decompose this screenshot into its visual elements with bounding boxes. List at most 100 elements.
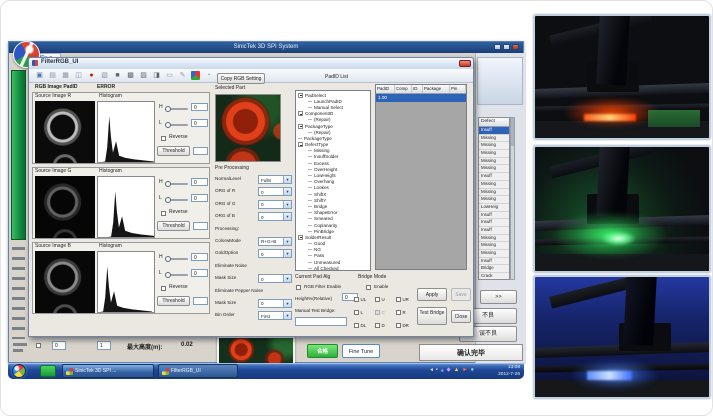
defect-row[interactable]: Missing [479, 242, 509, 250]
tree-expander-icon[interactable] [298, 142, 303, 147]
fine-tune-button[interactable]: Fine Tune [342, 344, 380, 358]
h-slider[interactable] [166, 108, 188, 110]
defect-row[interactable]: Insuff [479, 219, 509, 227]
close-button[interactable] [512, 44, 519, 50]
rgb-filter-enable-checkbox[interactable] [296, 285, 301, 290]
start-button[interactable] [12, 364, 26, 378]
bridge-direction-checkbox[interactable] [375, 323, 380, 328]
tree-expander-icon[interactable] [308, 255, 312, 256]
tree-expander-icon[interactable] [308, 231, 312, 232]
maximize-button[interactable] [503, 44, 510, 50]
test-bridge-button[interactable]: Test Bridge [417, 307, 447, 325]
tree-expander-icon[interactable] [308, 132, 312, 133]
defect-row[interactable]: Insuff [479, 258, 509, 266]
tree-expander-icon[interactable] [308, 101, 312, 102]
l-slider[interactable] [166, 124, 188, 126]
defect-row[interactable]: Missing [479, 150, 509, 158]
statusbar-field-1[interactable]: 0 [52, 341, 66, 350]
tray-icon[interactable]: ◆ [447, 368, 451, 374]
tray-icon[interactable]: ▪ [436, 368, 438, 374]
l-slider[interactable] [166, 199, 188, 201]
bridge-direction-checkbox[interactable] [354, 297, 359, 302]
defect-row[interactable]: LowHeig [479, 204, 509, 212]
reverse-checkbox[interactable] [161, 286, 166, 291]
bridge-direction-checkbox[interactable] [375, 297, 380, 302]
tree-expander-icon[interactable] [308, 150, 312, 151]
padid-table[interactable]: PadIDCompIDPackagePin 1.00 [375, 84, 467, 270]
padid-tree[interactable]: PadSelect LaunchPadID Manual Select Comp… [295, 90, 371, 271]
taskbar-clock[interactable]: 13:08 2012-7-26 [478, 364, 522, 378]
l-slider[interactable] [166, 274, 188, 276]
threshold-button[interactable]: Threshold [157, 146, 190, 156]
dialog-close-button[interactable] [459, 60, 471, 67]
h-slider[interactable] [166, 183, 188, 185]
tree-expander-icon[interactable] [308, 200, 312, 201]
bridge-direction-cell[interactable]: U [375, 293, 396, 306]
bridge-direction-checkbox[interactable] [375, 310, 380, 315]
bridge-enable-checkbox[interactable] [366, 285, 371, 290]
confirm-complete-button[interactable]: 确认完毕 [419, 344, 523, 361]
pass-button[interactable]: 合格 [307, 344, 338, 358]
padid-column-header[interactable]: Comp [395, 85, 412, 93]
defect-row[interactable]: Insuff [479, 212, 509, 220]
h-value-input[interactable]: 0 [191, 103, 208, 111]
preprocessing-dropdown[interactable]: 0 [258, 274, 292, 283]
preprocessing-dropdown[interactable]: 0 [258, 299, 292, 308]
defect-row[interactable]: Missing [479, 189, 509, 197]
tree-expander-icon[interactable] [308, 262, 312, 263]
toolbar-icon[interactable]: ▨ [139, 71, 148, 80]
tray-icon[interactable]: ◂ [430, 368, 433, 374]
tree-expander-icon[interactable] [308, 268, 312, 269]
apply-button[interactable]: Apply [417, 288, 447, 301]
defect-row[interactable]: Missing [479, 142, 509, 150]
preprocessing-dropdown[interactable]: 0 [258, 249, 292, 258]
preprocessing-dropdown[interactable]: 0 [258, 200, 292, 209]
threshold-button[interactable]: Threshold [157, 296, 190, 306]
reverse-checkbox[interactable] [161, 136, 166, 141]
tree-expander-icon[interactable] [308, 225, 312, 226]
tree-expander-icon[interactable] [308, 243, 312, 244]
tree-expander-icon[interactable] [308, 163, 312, 164]
close-dialog-button[interactable]: Close [451, 310, 471, 323]
l-value-input[interactable]: 0 [191, 194, 208, 202]
h-slider[interactable] [166, 258, 188, 260]
defect-row[interactable]: Insuff [479, 127, 509, 135]
toolbar-icon[interactable]: ■ [113, 71, 122, 80]
tree-expander-icon[interactable] [298, 235, 303, 240]
preprocessing-dropdown[interactable]: Full8 [258, 175, 292, 184]
l-value-input[interactable]: 0 [191, 119, 208, 127]
bridge-direction-checkbox[interactable] [354, 323, 359, 328]
tree-expander-icon[interactable] [308, 218, 312, 219]
padid-column-header[interactable]: PadID [376, 85, 395, 93]
tree-expander-icon[interactable] [308, 187, 312, 188]
defect-row[interactable]: Crack [479, 273, 509, 280]
toolbar-icon[interactable]: ▩ [126, 71, 135, 80]
bridge-direction-cell[interactable]: UL [354, 293, 375, 306]
toolbar-icon[interactable]: ▭ [165, 71, 174, 80]
tree-expander-icon[interactable] [308, 156, 312, 157]
tree-expander-icon[interactable] [308, 169, 312, 170]
padid-selected-row[interactable]: 1.00 [376, 94, 466, 102]
toolbar-icon[interactable]: ▧ [100, 71, 109, 80]
toolbar-icon[interactable]: ◔ [204, 71, 213, 80]
toolbar-icon[interactable]: ◫ [74, 71, 83, 80]
more-button[interactable]: >> [480, 290, 517, 304]
copy-rgb-setting-button[interactable]: Copy RGB Setting [217, 73, 265, 84]
tree-expander-icon[interactable] [308, 107, 312, 108]
manual-test-bridge-input[interactable] [295, 317, 347, 326]
tree-expander-icon[interactable] [308, 206, 312, 207]
defect-list-header[interactable]: Defect [479, 118, 509, 127]
bridge-direction-cell[interactable]: UR [396, 293, 417, 306]
threshold-value[interactable] [193, 222, 208, 230]
defect-row[interactable]: Insuff [479, 227, 509, 235]
padid-column-header[interactable]: Package [423, 85, 450, 93]
bridge-direction-cell[interactable]: C [375, 306, 396, 319]
taskbar-button-filter[interactable]: FilterRGB_UI [158, 364, 238, 378]
tree-item[interactable]: All Checked [296, 265, 370, 271]
toolbar-icon[interactable]: ● [87, 71, 96, 80]
defect-row[interactable]: Missing [479, 235, 509, 243]
l-value-input[interactable]: 0 [191, 269, 208, 277]
toolbar-icon[interactable]: ✎ [178, 71, 187, 80]
tree-expander-icon[interactable] [298, 93, 303, 98]
statusbar-checkbox[interactable] [36, 343, 41, 348]
